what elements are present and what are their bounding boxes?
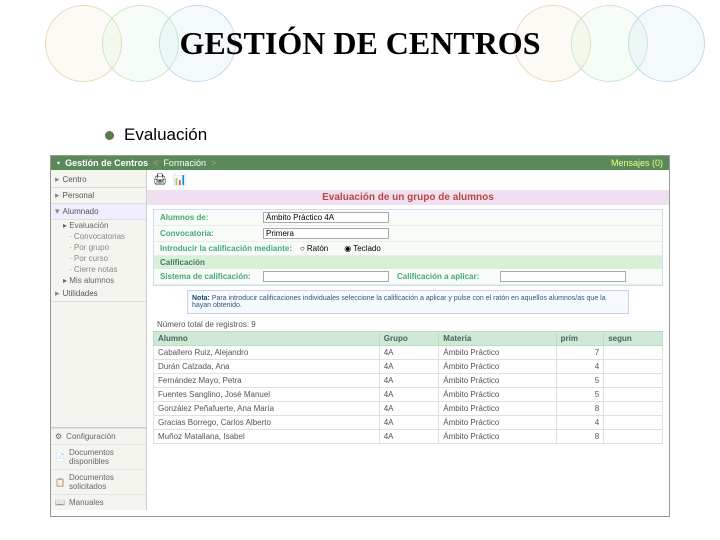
- sidebar-item-alumnado[interactable]: ▾Alumnado: [51, 204, 146, 220]
- sidebar-sub-misalumnos[interactable]: ▸ Mis alumnos: [51, 275, 146, 286]
- book-icon: 📖: [55, 498, 65, 507]
- alumnos-label: Alumnos de:: [160, 213, 255, 222]
- sidebar-item-utilidades[interactable]: ▸Utilidades: [51, 286, 146, 302]
- sidebar-item-personal[interactable]: ▸Personal: [51, 188, 146, 204]
- col-alumno[interactable]: Alumno: [154, 332, 380, 346]
- sidebar-sub-evaluacion[interactable]: ▸ Evaluación: [51, 220, 146, 231]
- col-prim[interactable]: prim: [556, 332, 604, 346]
- radio-raton[interactable]: ○ Ratón: [300, 244, 328, 253]
- convocatoria-select[interactable]: Primera: [263, 228, 389, 239]
- table-row[interactable]: Fuentes Sanglino, José Manuel4AÁmbito Pr…: [154, 388, 663, 402]
- table-row[interactable]: Muñoz Matallana, Isabel4AÁmbito Práctico…: [154, 430, 663, 444]
- bottom-config[interactable]: ⚙Configuración: [51, 428, 146, 444]
- breadcrumb: • Gestión de Centros < Formación >: [57, 158, 216, 168]
- col-materia[interactable]: Materia: [439, 332, 556, 346]
- sidebar-leaf-cierre[interactable]: · Cierre notas: [51, 264, 146, 275]
- table-row[interactable]: González Peñafuerte, Ana María4AÁmbito P…: [154, 402, 663, 416]
- table-row[interactable]: Fernández Mayo, Petra4AÁmbito Práctico5: [154, 374, 663, 388]
- sidebar-leaf-porgrupo[interactable]: · Por grupo: [51, 242, 146, 253]
- col-segun[interactable]: segun: [604, 332, 663, 346]
- bottom-menu: ⚙Configuración 📄Documentos disponibles 📋…: [51, 427, 146, 510]
- messages-link[interactable]: Mensajes (0): [611, 158, 663, 168]
- slide-title: GESTIÓN DE CENTROS: [0, 15, 720, 62]
- alumnos-select[interactable]: Ámbito Práctico 4A: [263, 212, 389, 223]
- sistema-select[interactable]: [263, 271, 389, 282]
- sidebar: ▸Centro ▸Personal ▾Alumnado ▸ Evaluación…: [51, 170, 147, 510]
- export-icon[interactable]: 📊: [173, 173, 187, 187]
- doc-icon: 📋: [55, 478, 65, 487]
- page-title: Evaluación de un grupo de alumnos: [147, 190, 669, 205]
- col-grupo[interactable]: Grupo: [379, 332, 439, 346]
- sidebar-leaf-convocatorias[interactable]: · Convocatorias: [51, 231, 146, 242]
- grades-table: Alumno Grupo Materia prim segun Caballer…: [153, 331, 663, 444]
- introducir-label: Introducir la calificación mediante:: [160, 244, 292, 253]
- content-area: 🖨 📊 Evaluación de un grupo de alumnos Al…: [147, 170, 669, 510]
- doc-icon: 📄: [55, 453, 65, 462]
- convocatoria-label: Convocatoria:: [160, 229, 255, 238]
- table-row[interactable]: Caballero Ruiz, Alejandro4AÁmbito Prácti…: [154, 346, 663, 360]
- bottom-docs[interactable]: 📄Documentos disponibles: [51, 444, 146, 469]
- bottom-docsreq[interactable]: 📋Documentos solicitados: [51, 469, 146, 494]
- toolbar: 🖨 📊: [147, 170, 669, 190]
- table-row[interactable]: Gracias Borrego, Carlos Alberto4AÁmbito …: [154, 416, 663, 430]
- sidebar-item-centro[interactable]: ▸Centro: [51, 172, 146, 188]
- section-calificacion: Calificación: [154, 256, 662, 269]
- app-window: • Gestión de Centros < Formación > Mensa…: [50, 155, 670, 517]
- breadcrumb-current[interactable]: Formación: [163, 158, 206, 168]
- sidebar-leaf-porcurso[interactable]: · Por curso: [51, 253, 146, 264]
- topbar: • Gestión de Centros < Formación > Mensa…: [51, 156, 669, 170]
- slide-subtitle: Evaluación: [105, 125, 720, 145]
- gear-icon: ⚙: [55, 432, 62, 441]
- bottom-manuals[interactable]: 📖Manuales: [51, 494, 146, 510]
- info-note: Nota: Para introducir calificaciones ind…: [187, 290, 629, 314]
- aplicar-select[interactable]: [500, 271, 626, 282]
- record-count: Número total de registros: 9: [153, 318, 663, 331]
- table-row[interactable]: Durán Calzada, Ana4AÁmbito Práctico4: [154, 360, 663, 374]
- sistema-label: Sistema de calificación:: [160, 272, 255, 281]
- print-icon[interactable]: 🖨: [153, 173, 167, 187]
- radio-teclado[interactable]: ◉ Teclado: [344, 244, 381, 253]
- aplicar-label: Calificación a aplicar:: [397, 272, 492, 281]
